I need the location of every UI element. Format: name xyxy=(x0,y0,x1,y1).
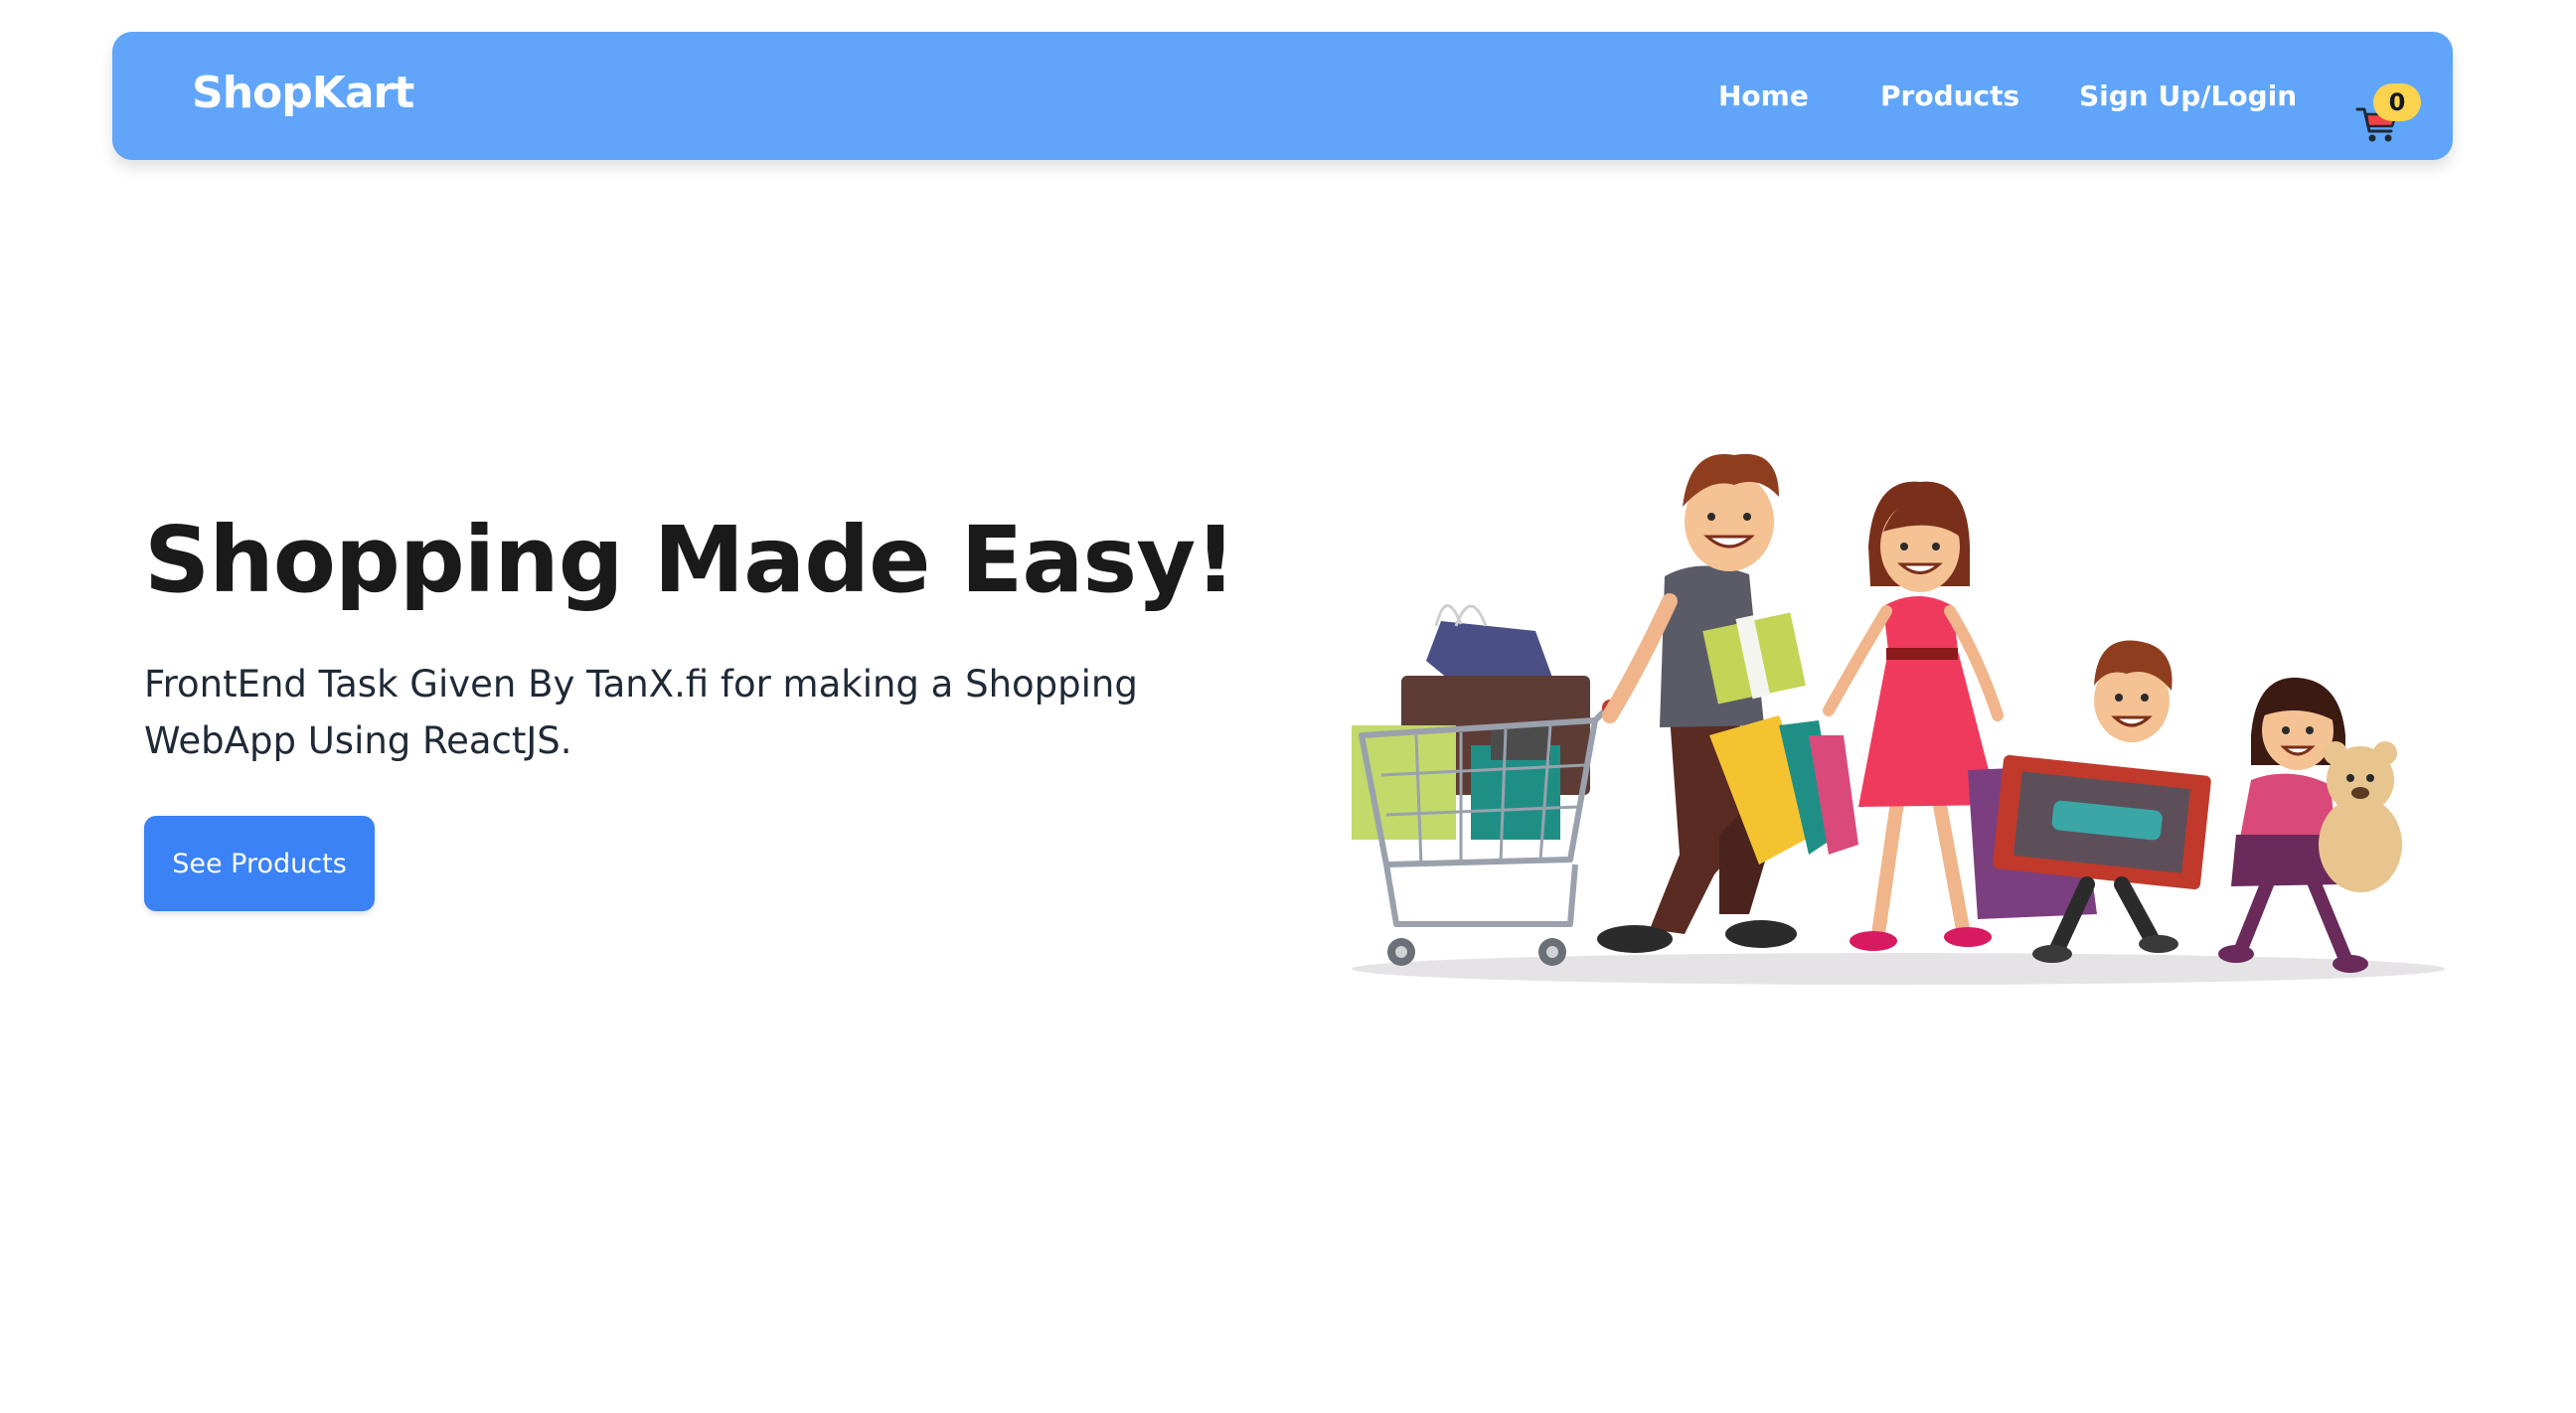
nav-link-home[interactable]: Home xyxy=(1718,79,1809,112)
nav-link-products[interactable]: Products xyxy=(1880,79,2019,112)
page: ShopKart Home Products Sign Up/Login 0 S… xyxy=(0,0,2576,1413)
cart-button[interactable]: 0 xyxy=(2355,72,2445,142)
family-shopping-illustration xyxy=(1352,453,2445,985)
cart-count-badge: 0 xyxy=(2373,83,2421,121)
nav-link-signup-login[interactable]: Sign Up/Login xyxy=(2079,79,2297,112)
girl-illustration xyxy=(2218,677,2402,973)
brand-logo[interactable]: ShopKart xyxy=(192,68,414,118)
hero-title: Shopping Made Easy! xyxy=(144,507,1236,613)
navbar: ShopKart Home Products Sign Up/Login 0 xyxy=(112,32,2453,160)
see-products-button[interactable]: See Products xyxy=(144,816,375,911)
man-illustration xyxy=(1597,453,1806,953)
shopping-cart-illustration xyxy=(1352,604,1618,966)
woman-illustration xyxy=(1823,481,2004,951)
hero-description: FrontEnd Task Given By TanX.fi for makin… xyxy=(144,663,1138,762)
